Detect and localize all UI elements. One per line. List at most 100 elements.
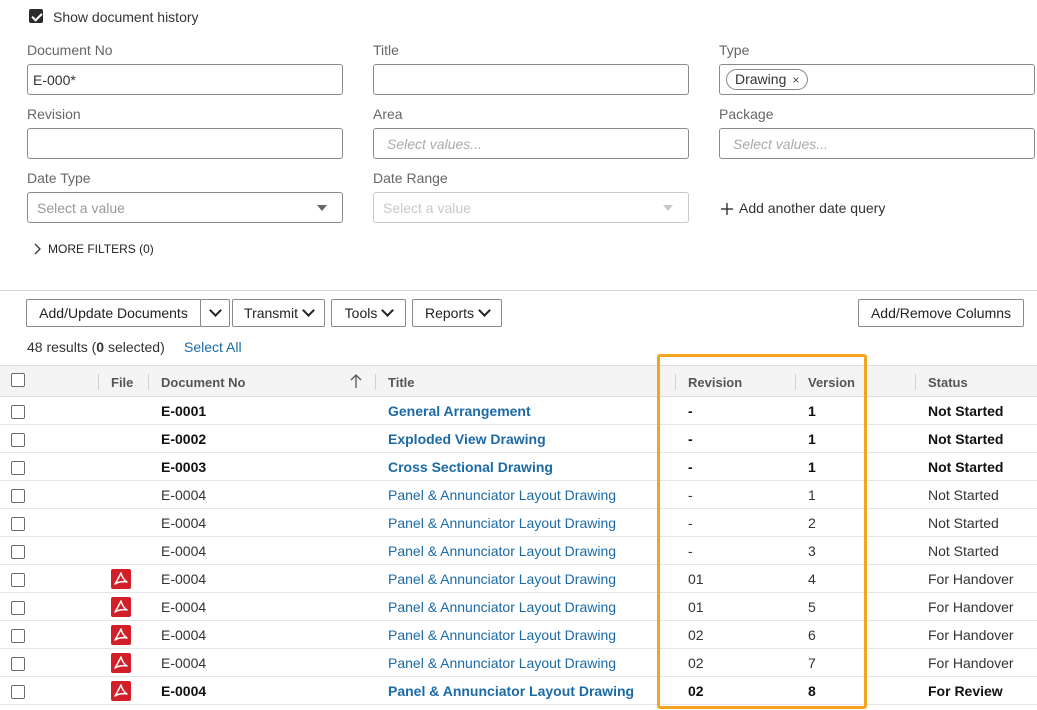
table-row[interactable]: E-0004 Panel & Annunciator Layout Drawing… <box>0 565 1037 593</box>
area-placeholder: Select values... <box>387 136 482 152</box>
title-link[interactable]: Panel & Annunciator Layout Drawing <box>388 571 616 587</box>
column-header-document-no[interactable]: Document No <box>161 375 246 390</box>
title-field[interactable] <box>373 64 689 95</box>
revision-cell: - <box>688 515 693 531</box>
title-label: Title <box>373 42 399 58</box>
package-label: Package <box>719 106 774 122</box>
row-checkbox[interactable] <box>11 657 25 671</box>
column-divider <box>675 374 676 390</box>
package-field[interactable]: Select values... <box>719 128 1035 159</box>
revision-cell: 02 <box>688 683 704 699</box>
table-row[interactable]: E-0003 Cross Sectional Drawing - 1 Not Start… <box>0 453 1037 481</box>
status-cell: For Review <box>928 683 1003 699</box>
chevron-down-icon <box>302 304 315 317</box>
title-link[interactable]: Panel & Annunciator Layout Drawing <box>388 487 616 503</box>
chip-remove-icon[interactable]: × <box>792 73 799 87</box>
type-field[interactable]: Drawing × <box>719 64 1035 95</box>
version-cell: 2 <box>808 515 816 531</box>
doc-number-cell: E-0002 <box>161 431 207 447</box>
package-placeholder: Select values... <box>733 136 828 152</box>
row-checkbox[interactable] <box>11 489 25 503</box>
title-link[interactable]: Panel & Annunciator Layout Drawing <box>388 627 616 643</box>
title-link[interactable]: General Arrangement <box>388 403 531 419</box>
version-cell: 1 <box>808 487 816 503</box>
row-checkbox[interactable] <box>11 545 25 559</box>
show-history-checkbox[interactable] <box>29 9 43 23</box>
row-checkbox[interactable] <box>11 405 25 419</box>
column-divider <box>98 374 99 390</box>
pdf-icon[interactable] <box>111 653 131 673</box>
add-update-label: Add/Update Documents <box>39 305 188 321</box>
table-row[interactable]: E-0004 Panel & Annunciator Layout Drawing… <box>0 593 1037 621</box>
doc-number-cell: E-0001 <box>161 403 207 419</box>
section-divider <box>0 290 1037 291</box>
sort-ascending-icon[interactable] <box>350 373 362 389</box>
title-link[interactable]: Panel & Annunciator Layout Drawing <box>388 683 634 699</box>
table-row[interactable]: E-0001 General Arrangement - 1 Not Started <box>0 397 1037 425</box>
add-date-query-label: Add another date query <box>739 200 886 216</box>
transmit-button[interactable]: Transmit <box>232 299 325 327</box>
add-update-documents-button[interactable]: Add/Update Documents <box>26 299 201 327</box>
more-filters-toggle[interactable]: MORE FILTERS (0) <box>33 241 173 257</box>
more-filters-label: MORE FILTERS (0) <box>48 242 154 256</box>
area-field[interactable]: Select values... <box>373 128 689 159</box>
select-all-link[interactable]: Select All <box>184 339 242 355</box>
column-divider <box>375 374 376 390</box>
table-row[interactable]: E-0004 Panel & Annunciator Layout Drawing… <box>0 677 1037 705</box>
version-cell: 3 <box>808 543 816 559</box>
type-chip-label: Drawing <box>735 71 787 87</box>
reports-button[interactable]: Reports <box>412 299 502 327</box>
table-row[interactable]: E-0004 Panel & Annunciator Layout Drawing… <box>0 537 1037 565</box>
title-link[interactable]: Panel & Annunciator Layout Drawing <box>388 655 616 671</box>
column-divider <box>148 374 149 390</box>
row-checkbox[interactable] <box>11 433 25 447</box>
select-all-checkbox[interactable] <box>11 373 25 387</box>
column-header-version[interactable]: Version <box>808 375 855 390</box>
column-header-file[interactable]: File <box>111 375 133 390</box>
row-checkbox[interactable] <box>11 461 25 475</box>
version-cell: 1 <box>808 403 816 419</box>
table-row[interactable]: E-0004 Panel & Annunciator Layout Drawing… <box>0 621 1037 649</box>
column-header-status[interactable]: Status <box>928 375 968 390</box>
date-type-select[interactable]: Select a value <box>27 192 343 223</box>
status-cell: Not Started <box>928 543 999 559</box>
chevron-down-icon <box>208 304 222 317</box>
row-checkbox[interactable] <box>11 517 25 531</box>
title-link[interactable]: Exploded View Drawing <box>388 431 546 447</box>
chevron-down-icon <box>381 304 395 317</box>
table-row[interactable]: E-0004 Panel & Annunciator Layout Drawing… <box>0 649 1037 677</box>
row-checkbox[interactable] <box>11 629 25 643</box>
title-link[interactable]: Panel & Annunciator Layout Drawing <box>388 599 616 615</box>
row-checkbox[interactable] <box>11 601 25 615</box>
column-header-revision[interactable]: Revision <box>688 375 742 390</box>
add-update-dropdown-button[interactable] <box>200 299 230 327</box>
document-no-field[interactable]: E-000* <box>27 64 343 95</box>
title-link[interactable]: Cross Sectional Drawing <box>388 459 553 475</box>
table-row[interactable]: E-0002 Exploded View Drawing - 1 Not Started <box>0 425 1037 453</box>
add-remove-columns-button[interactable]: Add/Remove Columns <box>858 299 1024 327</box>
title-link[interactable]: Panel & Annunciator Layout Drawing <box>388 515 616 531</box>
date-range-placeholder: Select a value <box>383 200 471 216</box>
pdf-icon[interactable] <box>111 681 131 701</box>
date-range-select: Select a value <box>373 192 689 223</box>
revision-cell: - <box>688 543 693 559</box>
table-row[interactable]: E-0004 Panel & Annunciator Layout Drawing… <box>0 481 1037 509</box>
revision-field[interactable] <box>27 128 343 159</box>
area-label: Area <box>373 106 403 122</box>
revision-cell: 02 <box>688 655 704 671</box>
tools-button[interactable]: Tools <box>331 299 406 327</box>
row-checkbox[interactable] <box>11 685 25 699</box>
show-history-label: Show document history <box>53 9 199 25</box>
table-row[interactable]: E-0004 Panel & Annunciator Layout Drawing… <box>0 509 1037 537</box>
doc-number-cell: E-0004 <box>161 627 207 643</box>
pdf-icon[interactable] <box>111 597 131 617</box>
status-cell: Not Started <box>928 515 999 531</box>
status-cell: For Handover <box>928 599 1014 615</box>
title-link[interactable]: Panel & Annunciator Layout Drawing <box>388 543 616 559</box>
column-header-title[interactable]: Title <box>388 375 415 390</box>
pdf-icon[interactable] <box>111 625 131 645</box>
pdf-icon[interactable] <box>111 569 131 589</box>
doc-number-cell: E-0004 <box>161 515 207 531</box>
row-checkbox[interactable] <box>11 573 25 587</box>
doc-number-cell: E-0004 <box>161 599 207 615</box>
